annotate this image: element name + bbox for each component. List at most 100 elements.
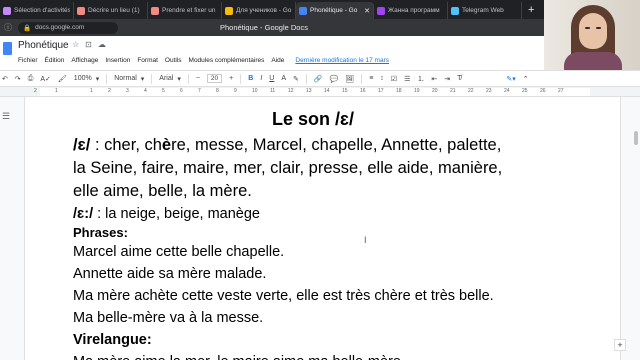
menu-item[interactable]: Modules complémentaires	[189, 57, 265, 64]
zoom-select[interactable]: 100% ▾	[74, 75, 99, 83]
ruler-number: 19	[414, 88, 420, 94]
paint-format-icon[interactable]: 🖌	[58, 75, 67, 83]
document-title[interactable]: Phonétique	[18, 40, 69, 51]
ruler-number: 11	[270, 88, 276, 94]
ruler-number: 13	[306, 88, 312, 94]
browser-tab[interactable]: Для учеников - Go	[222, 2, 296, 19]
clear-format-icon[interactable]: T̸	[457, 75, 461, 82]
align-icon[interactable]: ≡	[369, 75, 373, 82]
phrase-line: Ma belle-mère va à la messe.	[73, 310, 264, 326]
new-tab-button[interactable]: +	[522, 4, 540, 16]
comment-icon[interactable]: 💬	[330, 75, 339, 83]
ruler-number: 26	[540, 88, 546, 94]
last-edit-link[interactable]: Dernière modification le 17 mars	[295, 57, 389, 64]
ruler-number: 22	[468, 88, 474, 94]
phrase-line: Ma mère achète cette veste verte, elle e…	[73, 288, 494, 304]
menu-item[interactable]: Insertion	[105, 57, 130, 64]
browser-tab[interactable]: Telegram Web	[448, 2, 522, 19]
menu-item[interactable]: Affichage	[71, 57, 98, 64]
url-field[interactable]: 🔒 docs.google.com	[18, 21, 118, 34]
toolbar-divider	[240, 73, 242, 84]
ruler-number: 16	[360, 88, 366, 94]
collapse-icon[interactable]: ⌃	[523, 75, 529, 83]
indent-decrease-icon[interactable]: ⇤	[431, 75, 437, 83]
menu-item[interactable]: Fichier	[18, 57, 38, 64]
toolbar-divider	[361, 73, 363, 84]
close-tab-icon[interactable]: ✕	[364, 7, 370, 15]
ruler-number: 20	[432, 88, 438, 94]
document-page[interactable]: Le son /ɛ/ /ɛ/ : cher, chère, messe, Mar…	[24, 97, 621, 360]
info-icon[interactable]: ⓘ	[4, 22, 12, 33]
address-bar: ⓘ 🔒 docs.google.com Phonétique - Google …	[0, 19, 544, 36]
outline-icon[interactable]: ☰	[2, 111, 10, 122]
menu-item[interactable]: Outils	[165, 57, 182, 64]
tab-label: Telegram Web	[462, 7, 504, 14]
spellcheck-icon[interactable]: A✓	[40, 75, 51, 83]
menu-bar: Fichier Édition Affichage Insertion Format Ou…	[18, 57, 389, 64]
phrases-label: Phrases:	[73, 225, 128, 240]
tab-label: Sélection d'activités	[14, 7, 70, 14]
menu-item[interactable]: Édition	[45, 57, 65, 64]
redo-icon[interactable]: ↷	[15, 75, 21, 83]
undo-icon[interactable]: ↶	[2, 75, 8, 83]
ruler-number: 24	[504, 88, 510, 94]
title-actions: ☆ ⊡ ☁	[72, 40, 106, 49]
editing-mode-icon[interactable]: ✎▾	[506, 75, 515, 83]
ruler-number: 25	[522, 88, 528, 94]
menu-item[interactable]: Format	[137, 57, 158, 64]
paragraph-line: elle aime, belle, la mère.	[73, 182, 252, 200]
numbered-list-icon[interactable]: ⒈	[417, 74, 424, 84]
document-content[interactable]: Le son /ɛ/ /ɛ/ : cher, chère, messe, Mar…	[73, 109, 613, 360]
tab-label: Décrire un lieu (1)	[88, 7, 140, 14]
ruler-number: 18	[396, 88, 402, 94]
url-text: docs.google.com	[35, 24, 85, 31]
indent-increase-icon[interactable]: ⇥	[444, 75, 450, 83]
ruler-numbers: 2 1 1 2 3 4 5 6 7 8 9 10 11 12 13 14 15 16 17 18 19 20 21 22 23 2…	[0, 87, 640, 97]
move-folder-icon[interactable]: ⊡	[85, 40, 92, 49]
ruler-number: 5	[162, 88, 165, 94]
line-spacing-icon[interactable]: ↕	[380, 75, 384, 82]
style-select[interactable]: Normal ▾	[114, 75, 144, 83]
font-select[interactable]: Arial ▾	[159, 75, 181, 83]
font-size-input[interactable]: 20	[206, 74, 223, 83]
increase-font-icon[interactable]: +	[229, 75, 233, 82]
ruler-number: 1	[55, 88, 58, 94]
tab-favicon-icon	[299, 6, 307, 15]
cloud-status-icon: ☁	[97, 40, 106, 49]
ruler-number: 23	[486, 88, 492, 94]
add-content-button[interactable]: +	[614, 339, 626, 351]
ruler-number: 2	[108, 88, 111, 94]
italic-button[interactable]: I	[260, 75, 262, 82]
scrollbar-thumb[interactable]	[634, 131, 638, 145]
docs-header: Phonétique ☆ ⊡ ☁ Fichier Édition Affichage…	[0, 36, 544, 70]
tab-favicon-icon	[151, 6, 159, 15]
text-color-button[interactable]: A	[281, 75, 286, 82]
decrease-font-icon[interactable]: −	[196, 75, 200, 82]
paragraph-line: /ɛ:/ : la neige, beige, manège	[73, 206, 260, 222]
print-icon[interactable]: ⎙	[28, 75, 34, 83]
toolbar-divider	[151, 73, 153, 84]
browser-tab-strip: Sélection d'activités Décrire un lieu (1)…	[0, 0, 544, 19]
browser-tab[interactable]: Phonétique - Go ✕	[296, 2, 374, 19]
ruler-number: 10	[252, 88, 258, 94]
checklist-icon[interactable]: ☑	[391, 75, 397, 83]
ruler-number: 14	[324, 88, 330, 94]
highlight-icon[interactable]: ✎	[293, 75, 299, 83]
link-icon[interactable]: 🔗	[314, 75, 323, 83]
docs-logo-icon[interactable]	[3, 42, 12, 55]
menu-item[interactable]: Aide	[271, 57, 284, 64]
browser-tab[interactable]: Sélection d'activités	[0, 2, 74, 19]
ruler-number: 2	[34, 88, 37, 94]
browser-tab[interactable]: Décrire un lieu (1)	[74, 2, 148, 19]
image-icon[interactable]: 🖼	[345, 75, 354, 83]
browser-tab[interactable]: Жанна программ	[374, 2, 448, 19]
toolbar-divider	[187, 73, 189, 84]
bold-button[interactable]: B	[248, 75, 253, 82]
bullet-list-icon[interactable]: ☰	[404, 75, 410, 83]
virelangue-line: Ma mère aime la mer, le maire aime ma be…	[73, 351, 613, 360]
ruler-number: 17	[378, 88, 384, 94]
ruler-number: 3	[126, 88, 129, 94]
browser-tab[interactable]: Prendre et fixer un	[148, 2, 222, 19]
underline-button[interactable]: U	[269, 75, 274, 82]
star-icon[interactable]: ☆	[72, 40, 79, 49]
